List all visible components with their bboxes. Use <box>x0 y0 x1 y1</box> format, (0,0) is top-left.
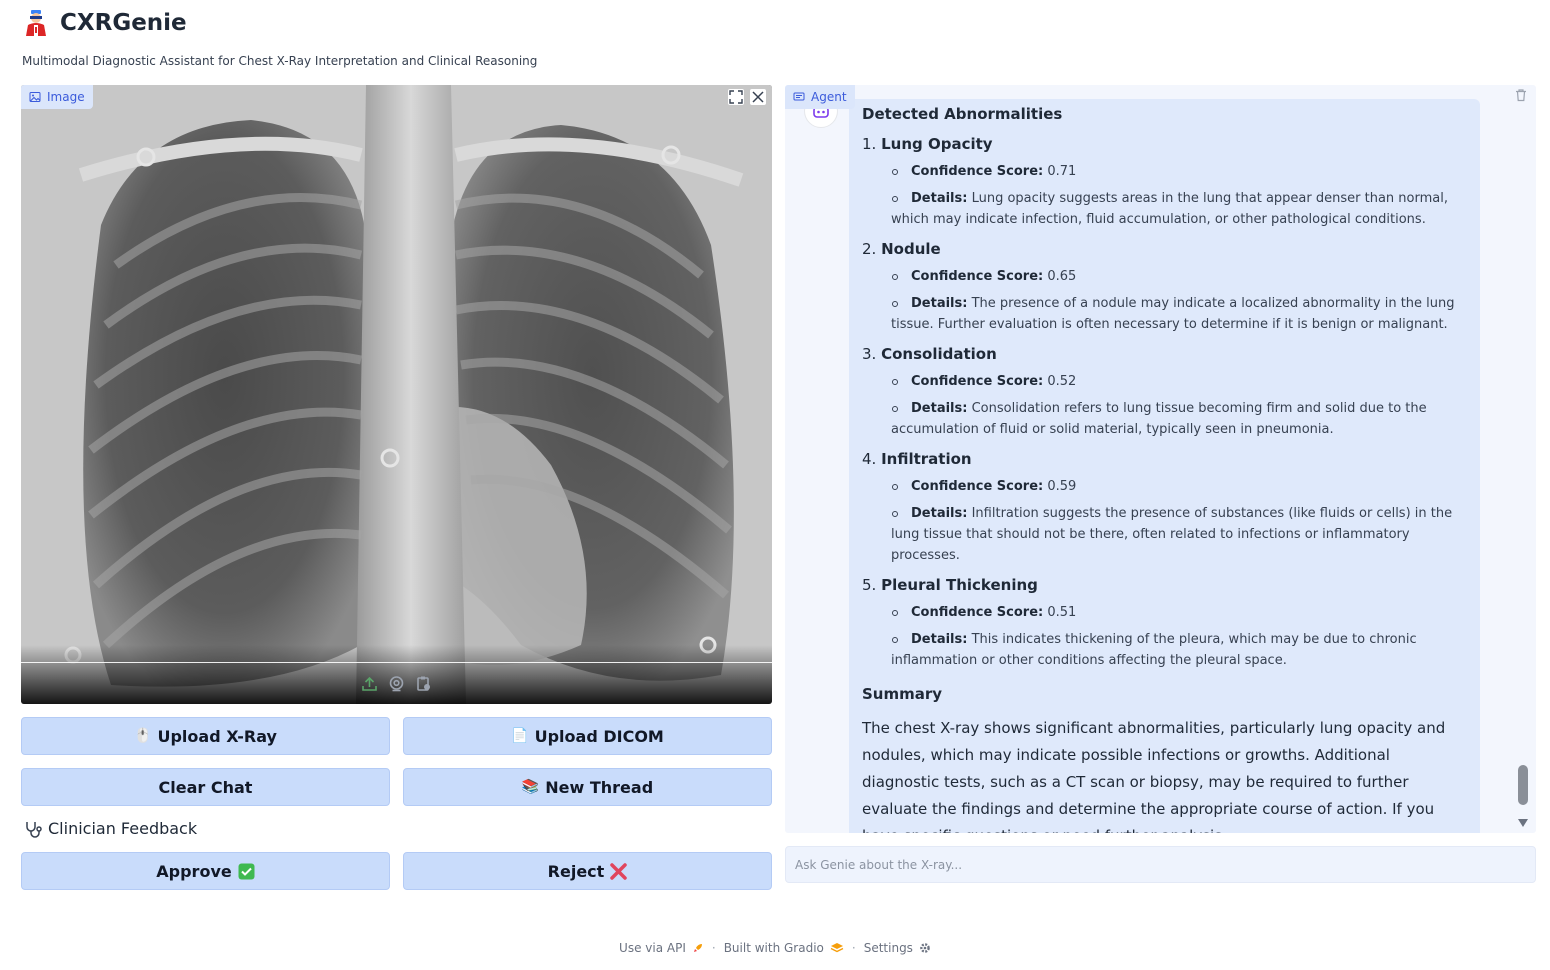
stethoscope-icon <box>26 821 42 838</box>
clipboard-icon[interactable] <box>415 675 432 692</box>
chat-scrollbar[interactable] <box>1516 99 1530 831</box>
image-divider <box>21 662 772 663</box>
reject-label: Reject <box>547 861 605 881</box>
reject-button[interactable]: Reject <box>403 852 772 890</box>
document-icon: 📄 <box>511 728 529 744</box>
finding-details: Details: Consolidation refers to lung ti… <box>862 398 1468 440</box>
finding-item: 2. Nodule Confidence Score: 0.65 Details… <box>862 238 1468 335</box>
finding-item: 4. Infiltration Confidence Score: 0.59 D… <box>862 448 1468 566</box>
app-title: CXRGenie <box>60 10 187 36</box>
confidence-score: Confidence Score: 0.71 <box>862 161 1468 182</box>
finding-details: Details: The presence of a nodule may in… <box>862 293 1468 335</box>
rocket-icon <box>693 944 702 952</box>
gradio-logo-icon <box>830 943 844 953</box>
finding-details: Details: Infiltration suggests the prese… <box>862 503 1468 566</box>
fullscreen-icon[interactable] <box>728 89 744 105</box>
image-label-text: Image <box>47 90 85 104</box>
clear-chat-button[interactable]: Clear Chat <box>21 768 390 806</box>
image-source-toolbar <box>361 675 432 692</box>
summary-heading: Summary <box>862 685 943 703</box>
finding-title: 4. Infiltration <box>862 450 972 468</box>
agent-label-text: Agent <box>811 90 847 104</box>
settings-link[interactable]: Settings <box>864 941 931 955</box>
confidence-score: Confidence Score: 0.51 <box>862 602 1468 623</box>
chat-icon <box>793 92 805 101</box>
image-icon <box>29 92 41 102</box>
finding-title: 2. Nodule <box>862 240 941 258</box>
clear-chat-label: Clear Chat <box>158 777 253 797</box>
message-heading: Detected Abnormalities <box>862 105 1063 123</box>
upload-xray-button[interactable]: 🖱️ Upload X-Ray <box>21 717 390 755</box>
finding-title: 5. Pleural Thickening <box>862 576 1038 594</box>
finding-details: Details: Lung opacity suggests areas in … <box>862 188 1468 230</box>
chatbot-panel: Agent Detected Abnormalities 1. Lung Opa… <box>785 85 1536 833</box>
summary-text: The chest X-ray shows significant abnorm… <box>862 719 1446 833</box>
agent-panel-label: Agent <box>785 85 855 109</box>
mouse-icon: 🖱️ <box>134 728 152 744</box>
use-via-api-link[interactable]: Use via API <box>619 941 704 955</box>
confidence-score: Confidence Score: 0.65 <box>862 266 1468 287</box>
finding-item: 1. Lung Opacity Confidence Score: 0.71 D… <box>862 133 1468 230</box>
chest-xray-image <box>21 85 772 704</box>
new-thread-label: New Thread <box>545 777 654 797</box>
image-toolbar <box>728 89 766 105</box>
webcam-icon[interactable] <box>388 675 405 692</box>
new-thread-button[interactable]: 📚 New Thread <box>403 768 772 806</box>
clinician-feedback-label: Clinician Feedback <box>24 819 197 838</box>
finding-item: 5. Pleural Thickening Confidence Score: … <box>862 574 1468 671</box>
finding-details: Details: This indicates thickening of th… <box>862 629 1468 671</box>
upload-xray-label: Upload X-Ray <box>157 726 277 746</box>
finding-item: 3. Consolidation Confidence Score: 0.52 … <box>862 343 1468 440</box>
app-subtitle: Multimodal Diagnostic Assistant for Ches… <box>22 54 538 68</box>
agent-message: Detected Abnormalities 1. Lung Opacity C… <box>849 99 1480 833</box>
check-mark-icon <box>238 863 255 879</box>
image-panel-label: Image <box>21 85 93 109</box>
scrollbar-thumb[interactable] <box>1518 765 1528 805</box>
image-panel[interactable]: Image <box>21 85 772 704</box>
doctor-logo-icon <box>26 10 46 36</box>
clinician-feedback-text: Clinician Feedback <box>48 819 198 838</box>
scroll-down-arrow-icon[interactable] <box>1518 819 1528 827</box>
upload-dicom-label: Upload DICOM <box>534 726 664 746</box>
close-icon[interactable] <box>750 89 766 105</box>
confidence-score: Confidence Score: 0.52 <box>862 371 1468 392</box>
upload-dicom-button[interactable]: 📄 Upload DICOM <box>403 717 772 755</box>
gear-icon <box>920 943 930 953</box>
cross-mark-icon <box>610 862 628 880</box>
finding-title: 3. Consolidation <box>862 345 997 363</box>
books-icon: 📚 <box>521 779 540 795</box>
built-with-gradio-link[interactable]: Built with Gradio <box>724 941 844 955</box>
upload-icon[interactable] <box>361 675 378 692</box>
approve-button[interactable]: Approve <box>21 852 390 890</box>
finding-title: 1. Lung Opacity <box>862 135 993 153</box>
approve-label: Approve <box>156 861 232 881</box>
app-header: CXRGenie <box>22 8 187 38</box>
chat-input[interactable] <box>785 846 1536 883</box>
confidence-score: Confidence Score: 0.59 <box>862 476 1468 497</box>
footer: Use via API · Built with Gradio · Settin… <box>0 941 1550 955</box>
